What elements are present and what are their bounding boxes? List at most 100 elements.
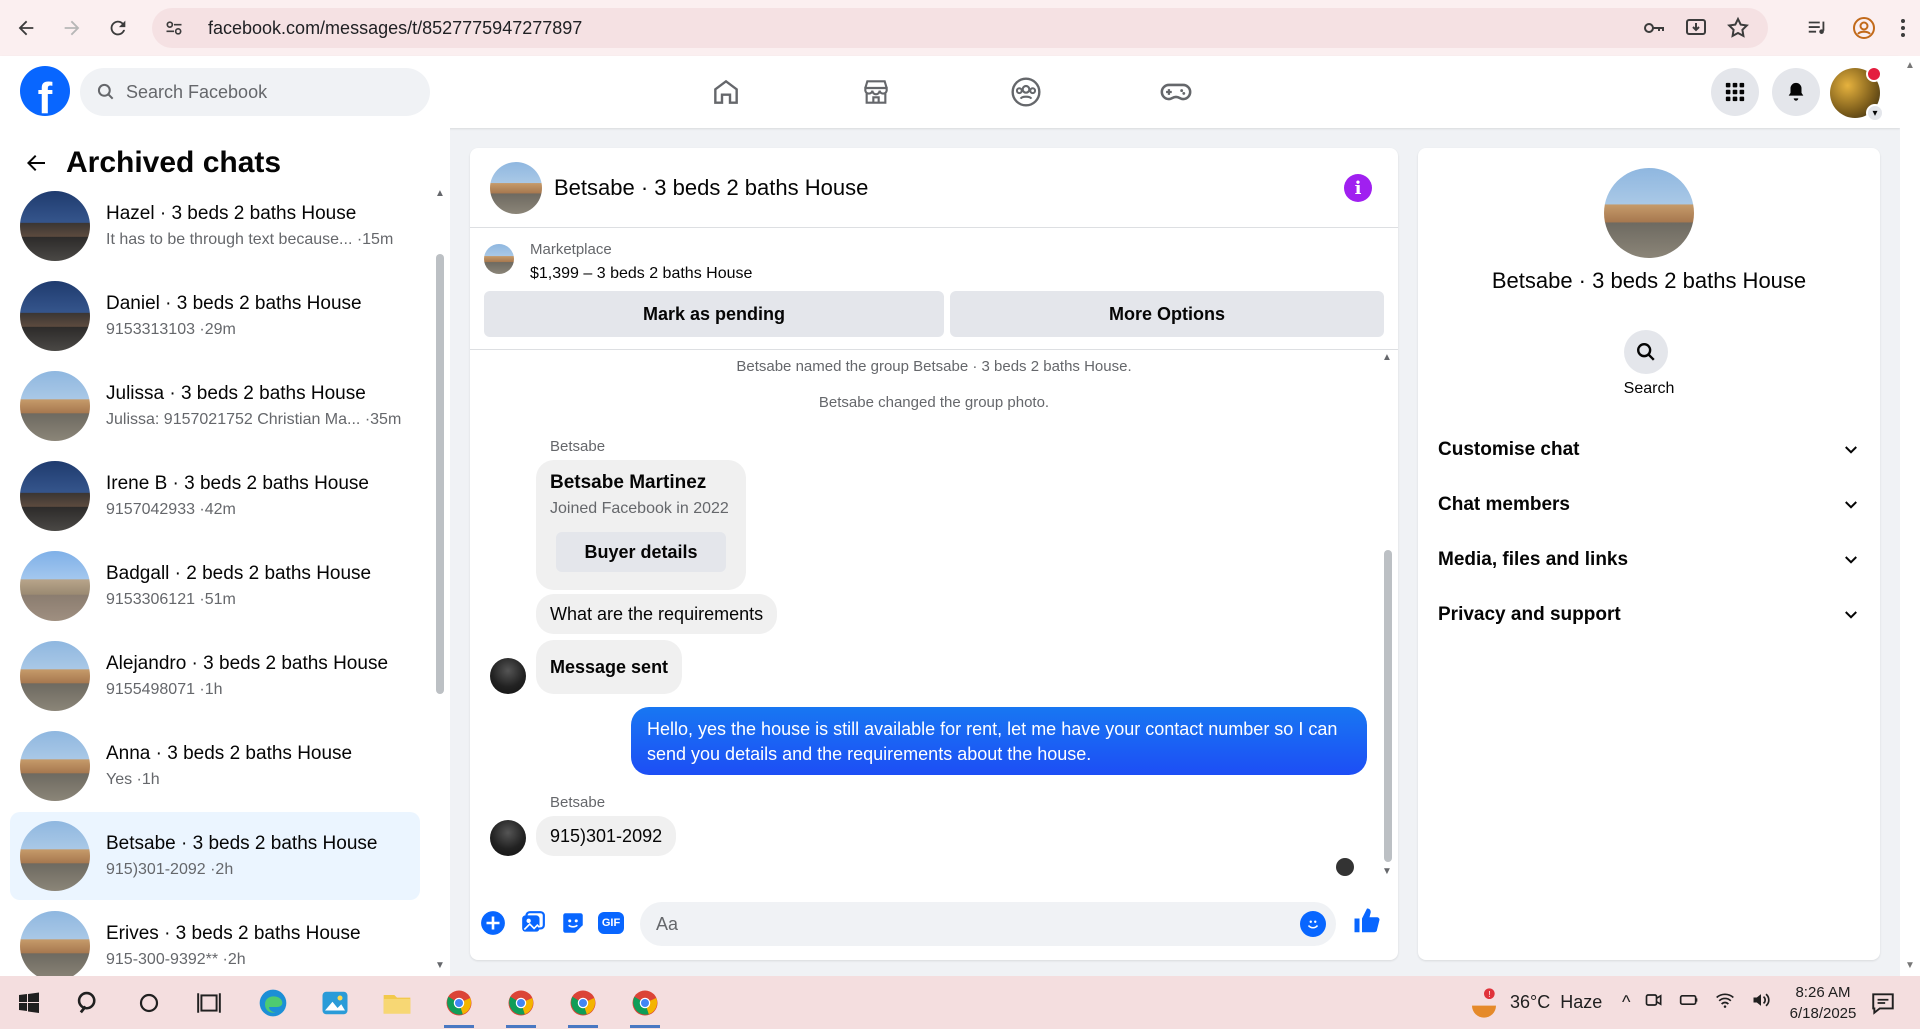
chevron-up-icon[interactable]: ^ [1622, 992, 1630, 1013]
chrome-profile-2-icon[interactable] [502, 984, 540, 1028]
chat-preview: Yes ·1h [106, 771, 160, 788]
cortana-icon[interactable] [130, 984, 168, 1022]
mark-as-pending-button[interactable]: Mark as pending [484, 291, 944, 337]
buyer-profile-card: Betsabe Martinez Joined Facebook in 2022… [536, 460, 746, 590]
incoming-message[interactable]: 915)301-2092 [536, 816, 677, 856]
plus-icon[interactable] [478, 908, 508, 938]
gif-icon[interactable]: GIF [598, 912, 624, 934]
volume-icon[interactable] [1750, 990, 1772, 1015]
scroll-down-arrow-icon[interactable]: ▼ [1382, 866, 1392, 877]
chat-profile-avatar[interactable] [1604, 168, 1694, 258]
conversation-avatar[interactable] [490, 161, 542, 214]
task-view-icon[interactable] [190, 984, 228, 1022]
notification-dot [1866, 66, 1882, 82]
system-tray: ^ [1622, 976, 1772, 1029]
incoming-message[interactable]: Message sent [536, 640, 683, 694]
windows-start-icon[interactable] [10, 984, 48, 1022]
scrollbar-thumb[interactable] [1384, 550, 1392, 862]
scrollbar-thumb[interactable] [436, 254, 444, 694]
page-scrollbar[interactable]: ▲ ▼ [1900, 56, 1920, 976]
bookmark-star-icon[interactable] [1726, 16, 1750, 40]
chat-list-item[interactable]: Anna · 3 beds 2 baths House Yes ·1h [10, 722, 420, 810]
media-files-links-section[interactable]: Media, files and links [1438, 538, 1860, 582]
media-controls-icon[interactable] [1806, 17, 1828, 39]
chrome-profile-1-icon[interactable] [440, 984, 478, 1028]
home-icon[interactable] [704, 70, 748, 114]
photos-app-icon[interactable] [316, 984, 354, 1022]
scroll-up-arrow-icon[interactable]: ▲ [1905, 60, 1915, 71]
groups-icon[interactable] [1004, 70, 1048, 114]
menu-grid-icon[interactable] [1711, 68, 1759, 116]
chat-list-item[interactable]: Alejandro · 3 beds 2 baths House 91554980… [10, 632, 420, 720]
back-icon[interactable] [6, 8, 46, 48]
outgoing-message[interactable]: Hello, yes the house is still available … [631, 707, 1367, 775]
privacy-support-section[interactable]: Privacy and support [1438, 593, 1860, 637]
facebook-header: f ▾ [0, 56, 1900, 128]
wifi-icon[interactable] [1714, 990, 1736, 1015]
reload-icon[interactable] [98, 8, 138, 48]
chat-list-item[interactable]: Julissa · 3 beds 2 baths House Julissa: 9… [10, 362, 420, 450]
windows-taskbar: ! 36°C Haze ^ 8:26 AM 6/18/2025 [0, 976, 1920, 1029]
battery-icon[interactable] [1678, 990, 1700, 1015]
buyer-details-button[interactable]: Buyer details [556, 532, 726, 572]
chat-list-scrollbar[interactable]: ▲ ▼ [434, 186, 446, 976]
photo-icon[interactable] [518, 908, 548, 938]
sender-avatar[interactable] [490, 820, 526, 856]
forward-icon[interactable] [52, 8, 92, 48]
chat-list-item-active[interactable]: Betsabe · 3 beds 2 baths House 915)301-20… [10, 812, 420, 900]
edge-browser-icon[interactable] [254, 984, 292, 1022]
marketplace-icon[interactable] [854, 70, 898, 114]
password-key-icon[interactable] [1642, 16, 1666, 40]
like-thumbs-up-icon[interactable] [1352, 906, 1382, 936]
profile-icon[interactable] [1852, 16, 1876, 40]
system-message: Betsabe changed the group photo. [818, 394, 1050, 411]
listing-title[interactable]: $1,399 – 3 beds 2 baths House [530, 265, 752, 283]
clock-time: 8:26 AM [1795, 984, 1851, 1001]
notifications-bell-icon[interactable] [1772, 68, 1820, 116]
weather-widget[interactable]: ! 36°C Haze [1468, 976, 1602, 1029]
gaming-icon[interactable] [1154, 70, 1198, 114]
incoming-message[interactable]: What are the requirements [536, 594, 778, 634]
sender-avatar[interactable] [490, 658, 526, 694]
chat-list-item[interactable]: Badgall · 2 beds 2 baths House 9153306121… [10, 542, 420, 630]
browser-menu-icon[interactable] [1900, 17, 1906, 39]
message-input[interactable] [656, 913, 1256, 935]
chat-members-section[interactable]: Chat members [1438, 483, 1860, 527]
chat-name: Erives · 3 beds 2 baths House [106, 923, 361, 944]
scroll-down-arrow-icon[interactable]: ▼ [1905, 960, 1915, 971]
emoji-icon[interactable] [1300, 911, 1326, 937]
file-explorer-icon[interactable] [378, 984, 416, 1022]
scroll-up-arrow-icon[interactable]: ▲ [435, 188, 445, 199]
scroll-up-arrow-icon[interactable]: ▲ [1382, 352, 1392, 363]
url-text[interactable]: facebook.com/messages/t/8527775947277897 [208, 18, 582, 39]
info-icon[interactable]: i [1344, 174, 1372, 202]
site-info-icon[interactable] [164, 18, 188, 38]
chrome-profile-3-icon[interactable] [564, 984, 602, 1028]
address-bar[interactable]: facebook.com/messages/t/8527775947277897 [152, 8, 1768, 48]
install-app-icon[interactable] [1684, 16, 1708, 40]
scroll-down-arrow-icon[interactable]: ▼ [435, 960, 445, 971]
chat-list-item[interactable]: Hazel · 3 beds 2 baths House It has to be… [10, 186, 420, 270]
facebook-search[interactable] [80, 68, 430, 116]
chat-list-item[interactable]: Erives · 3 beds 2 baths House 915-300-939… [10, 902, 420, 976]
customise-chat-section[interactable]: Customise chat [1438, 428, 1860, 472]
chrome-profile-4-icon[interactable] [626, 984, 664, 1028]
search-icon[interactable] [70, 984, 108, 1022]
back-arrow-icon[interactable] [24, 151, 48, 175]
chat-list-item[interactable]: Daniel · 3 beds 2 baths House 9153313103 … [10, 272, 420, 360]
more-options-button[interactable]: More Options [950, 291, 1384, 337]
notification-center-icon[interactable] [1864, 984, 1902, 1022]
conversation-title[interactable]: Betsabe · 3 beds 2 baths House [554, 175, 868, 201]
chat-list-item[interactable]: Irene B · 3 beds 2 baths House 9157042933… [10, 452, 420, 540]
facebook-logo-icon[interactable]: f [20, 66, 70, 116]
system-clock[interactable]: 8:26 AM 6/18/2025 [1778, 982, 1868, 1024]
sticker-icon[interactable] [558, 908, 588, 938]
listing-thumbnail [20, 821, 90, 891]
message-field[interactable] [640, 902, 1336, 946]
search-input[interactable] [126, 81, 406, 103]
thread-scrollbar[interactable]: ▲ ▼ [1382, 350, 1394, 880]
search-in-conversation-icon[interactable] [1624, 330, 1668, 374]
chat-preview: 9155498071 ·1h [106, 681, 223, 698]
meet-now-icon[interactable] [1644, 990, 1664, 1015]
account-avatar[interactable]: ▾ [1830, 66, 1884, 122]
